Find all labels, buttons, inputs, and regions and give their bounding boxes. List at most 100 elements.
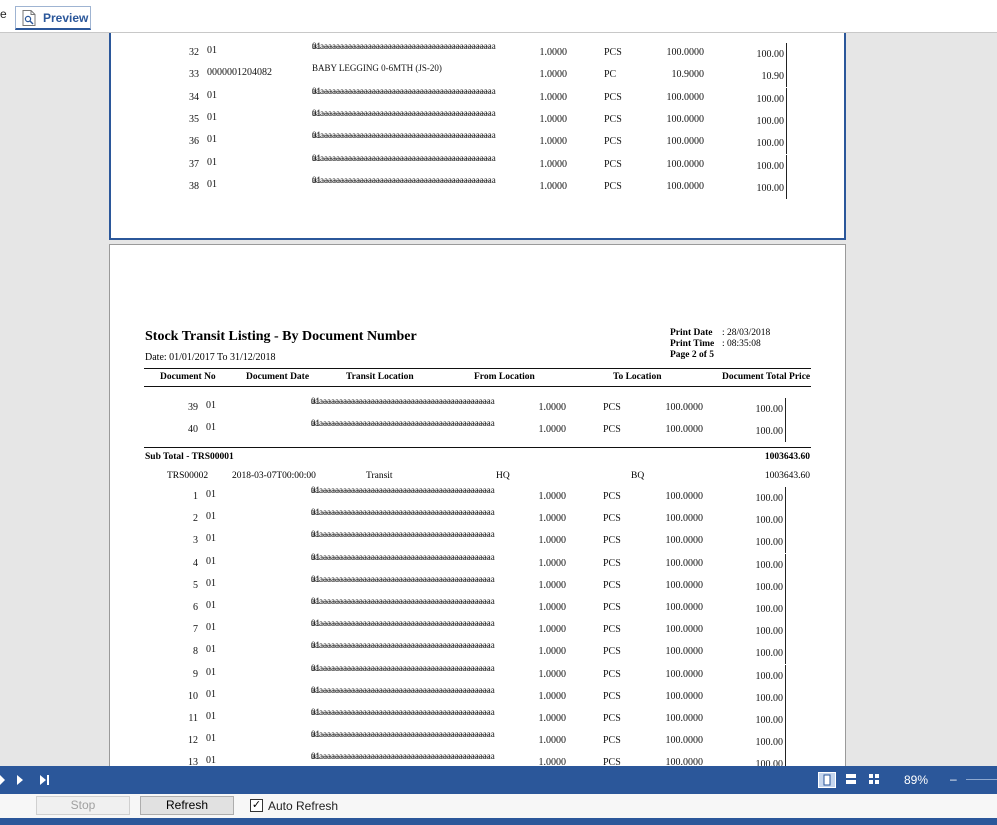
previous-tab-label[interactable]: e [0, 7, 7, 21]
item-code: 01 [206, 555, 216, 567]
item-unit-price: 100.0000 [665, 579, 704, 591]
item-description-line-2: aaaaaaaaaaaaaaaaaaaaaaaaaaaaaaaaaaaaaaaa… [312, 174, 496, 185]
item-unit-price: 100.0000 [666, 47, 705, 58]
refresh-button[interactable]: Refresh [140, 796, 234, 815]
previous-page-icon[interactable] [0, 775, 6, 785]
item-unit-price: 100.0000 [665, 557, 704, 569]
table-row: 4 01 1.0000 PCS 100.0000 100.00 01 -----------… [110, 551, 843, 576]
item-code: 01 [207, 111, 217, 123]
item-unit-price: 100.0000 [665, 757, 704, 766]
row-number: 40 [188, 424, 198, 435]
zoom-out-button[interactable]: – [950, 772, 957, 786]
table-row: 33 0000001204082 1.0000 PC 10.9000 10.90 BABY … [111, 63, 844, 88]
item-uom: PCS [603, 424, 621, 435]
item-uom: PCS [603, 690, 621, 702]
row-number: 33 [189, 69, 199, 81]
report-date-range: Date: 01/01/2017 To 31/12/2018 [145, 352, 276, 363]
report-preview-area[interactable]: 32 01 1.0000 PCS 100.0000 100.00 01 ----------… [0, 33, 997, 766]
item-total: 100.00 [756, 115, 785, 127]
column-divider [785, 642, 786, 665]
col-from-location: From Location [474, 372, 535, 382]
item-description-line-2: aaaaaaaaaaaaaaaaaaaaaaaaaaaaaaaaaaaaaaaa… [311, 662, 495, 673]
two-page-icon [846, 774, 856, 784]
item-code: 01 [206, 489, 216, 500]
item-unit-price: 100.0000 [665, 535, 704, 547]
item-uom: PCS [604, 136, 622, 148]
item-unit-price: 100.0000 [666, 91, 705, 103]
zoom-level: 89% [904, 773, 929, 787]
row-number: 38 [189, 180, 199, 192]
row-number: 12 [188, 735, 198, 747]
table-row: 37 01 1.0000 PCS 100.0000 100.00 01 ----------… [111, 153, 844, 177]
item-quantity: 1.0000 [538, 735, 567, 747]
column-divider [785, 664, 786, 687]
item-uom: PC [604, 69, 617, 81]
column-divider [786, 176, 787, 199]
column-divider [785, 731, 786, 754]
item-quantity: 1.0000 [538, 690, 567, 702]
item-code: 01 [206, 688, 216, 700]
stop-button[interactable]: Stop [36, 796, 130, 815]
item-total: 100.00 [755, 648, 784, 660]
next-page-icon[interactable] [17, 775, 25, 785]
column-divider [785, 620, 786, 643]
item-unit-price: 100.0000 [665, 491, 704, 502]
column-divider [785, 686, 786, 709]
document-preview-icon [22, 10, 36, 26]
item-description-line-2: aaaaaaaaaaaaaaaaaaaaaaaaaaaaaaaaaaaaaaaa… [311, 551, 495, 562]
two-page-view-button[interactable] [843, 772, 861, 788]
item-uom: PCS [603, 713, 621, 724]
item-code: 01 [206, 755, 216, 766]
column-divider [785, 398, 786, 420]
doc-to: BQ [631, 471, 645, 481]
row-number: 9 [193, 668, 198, 680]
doc-date: 2018-03-07T00:00:00 [232, 471, 316, 481]
item-description-line-2: aaaaaaaaaaaaaaaaaaaaaaaaaaaaaaaaaaaaaaaa… [311, 396, 495, 406]
single-page-view-button[interactable] [818, 772, 836, 788]
column-divider [785, 753, 786, 766]
row-number: 1 [193, 491, 198, 502]
column-divider [785, 553, 786, 576]
item-total: 100.00 [756, 138, 785, 150]
print-time: Print Time: 08:35:08 [670, 339, 761, 349]
item-code: 01 [206, 711, 216, 722]
item-quantity: 1.0000 [539, 113, 568, 125]
multi-page-view-button[interactable] [866, 772, 884, 788]
item-code: 01 [207, 89, 217, 101]
item-uom: PCS [603, 491, 621, 502]
item-uom: PCS [604, 91, 622, 103]
item-code: 01 [206, 666, 216, 678]
zoom-slider[interactable] [966, 779, 997, 780]
item-quantity: 1.0000 [539, 136, 568, 148]
item-description-line-2: aaaaaaaaaaaaaaaaaaaaaaaaaaaaaaaaaaaaaaaa… [311, 529, 495, 540]
item-code: 01 [206, 422, 216, 433]
item-total: 100.00 [755, 737, 784, 749]
item-unit-price: 100.0000 [665, 424, 704, 435]
col-document-date: Document Date [246, 372, 310, 382]
column-divider [786, 154, 787, 177]
table-row: 9 01 1.0000 PCS 100.0000 100.00 01 -----------… [110, 662, 843, 687]
column-divider [786, 132, 787, 155]
item-unit-price: 100.0000 [665, 646, 704, 658]
item-description-line-2: aaaaaaaaaaaaaaaaaaaaaaaaaaaaaaaaaaaaaaaa… [312, 41, 496, 51]
item-description-line-2: aaaaaaaaaaaaaaaaaaaaaaaaaaaaaaaaaaaaaaaa… [311, 507, 495, 518]
row-number: 2 [193, 513, 198, 525]
item-unit-price: 100.0000 [665, 713, 704, 724]
item-total: 100.00 [755, 581, 784, 593]
page-number: Page 2 of 5 [670, 350, 715, 360]
column-divider [786, 43, 787, 65]
item-total: 100.00 [755, 715, 784, 726]
item-uom: PCS [603, 602, 621, 613]
row-number: 11 [188, 713, 198, 724]
item-quantity: 1.0000 [538, 535, 567, 547]
item-unit-price: 100.0000 [666, 113, 705, 125]
table-row: 40 01 1.0000 PCS 100.0000 100.00 01 ----------… [110, 418, 843, 442]
column-divider [785, 509, 786, 532]
item-total: 100.00 [756, 182, 785, 194]
last-page-icon[interactable] [39, 775, 51, 785]
tab-preview-label: Preview [43, 11, 89, 25]
auto-refresh-checkbox[interactable]: ✓ [250, 799, 263, 812]
tab-preview[interactable]: Preview [15, 6, 91, 30]
item-total: 100.00 [755, 426, 784, 437]
table-row: 32 01 1.0000 PCS 100.0000 100.00 01 ----------… [111, 41, 844, 65]
